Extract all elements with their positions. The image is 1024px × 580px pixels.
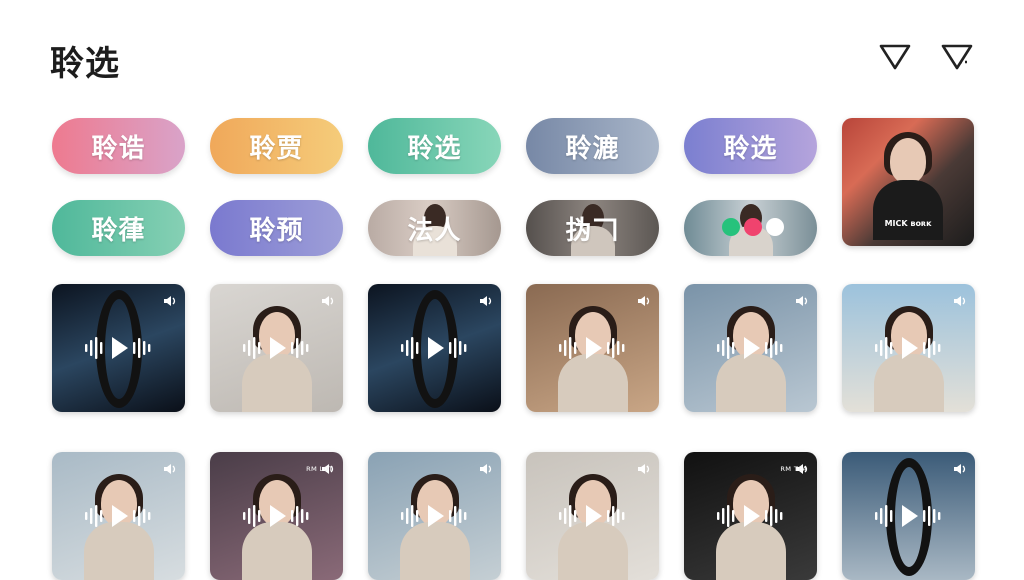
speaker-icon[interactable] bbox=[637, 292, 651, 306]
play-waveform-icon[interactable] bbox=[399, 501, 471, 531]
tag-chip-9[interactable]: 㧑𠃍 bbox=[526, 200, 659, 256]
speaker-icon[interactable] bbox=[163, 292, 177, 306]
play-waveform-icon[interactable] bbox=[873, 333, 945, 363]
card-caption: ʀᴍ ʟᴏᴛ bbox=[305, 464, 333, 473]
play-waveform-icon[interactable] bbox=[399, 333, 471, 363]
play-waveform-icon[interactable] bbox=[873, 501, 945, 531]
play-waveform-icon[interactable] bbox=[715, 501, 787, 531]
tag-label: 聆选 bbox=[407, 133, 462, 164]
tag-label: 聆选 bbox=[723, 133, 778, 164]
play-waveform-icon[interactable] bbox=[557, 333, 629, 363]
filter-clear-icon[interactable] bbox=[940, 42, 974, 72]
tag-chip-5[interactable]: 聆选 bbox=[684, 118, 817, 174]
tag-chip-1[interactable]: 聆诰 bbox=[52, 118, 185, 174]
voice-card[interactable] bbox=[52, 284, 185, 412]
speaker-icon[interactable] bbox=[321, 292, 335, 306]
tag-chip-2[interactable]: 聆贾 bbox=[210, 118, 343, 174]
play-waveform-icon[interactable] bbox=[241, 333, 313, 363]
voice-card[interactable]: ʀᴍ ᴛᴇᴀ bbox=[684, 452, 817, 580]
voice-card[interactable] bbox=[842, 284, 975, 412]
page-title: 聆选 bbox=[50, 44, 120, 84]
play-waveform-icon[interactable] bbox=[83, 501, 155, 531]
voice-card[interactable] bbox=[368, 452, 501, 580]
tag-chip-8[interactable]: 法人 bbox=[368, 200, 501, 256]
play-waveform-icon[interactable] bbox=[83, 333, 155, 363]
portrait-image bbox=[873, 128, 943, 246]
tag-chip-4[interactable]: 聆漉 bbox=[526, 118, 659, 174]
voice-card[interactable] bbox=[842, 452, 975, 580]
red-dot-icon bbox=[744, 218, 762, 236]
tag-chip-3[interactable]: 聆选 bbox=[368, 118, 501, 174]
speaker-icon[interactable] bbox=[637, 460, 651, 474]
voice-card[interactable] bbox=[684, 284, 817, 412]
speaker-icon[interactable] bbox=[479, 292, 493, 306]
featured-voice-card[interactable]: MICK ʙᴏʀᴋ bbox=[842, 118, 974, 246]
play-waveform-icon[interactable] bbox=[557, 501, 629, 531]
tag-label: 聆漉 bbox=[565, 133, 620, 164]
tag-label: 法人 bbox=[407, 215, 462, 246]
tag-chip-10[interactable] bbox=[684, 200, 817, 256]
play-waveform-icon[interactable] bbox=[241, 501, 313, 531]
voice-card[interactable] bbox=[210, 284, 343, 412]
filter-outline-icon[interactable] bbox=[878, 42, 912, 72]
tag-chip-6[interactable]: 聆葎 bbox=[52, 200, 185, 256]
green-dot-icon bbox=[722, 218, 740, 236]
voice-card[interactable]: ʀᴍ ʟᴏᴛ bbox=[210, 452, 343, 580]
tag-label: 聆贾 bbox=[249, 133, 304, 164]
card-caption: ʀᴍ ᴛᴇᴀ bbox=[780, 464, 807, 473]
speaker-icon[interactable] bbox=[953, 460, 967, 474]
voice-card[interactable] bbox=[526, 284, 659, 412]
play-waveform-icon[interactable] bbox=[715, 333, 787, 363]
voice-card[interactable] bbox=[526, 452, 659, 580]
tag-label: 㧑𠃍 bbox=[565, 215, 620, 246]
voice-card[interactable] bbox=[52, 452, 185, 580]
speaker-icon[interactable] bbox=[479, 460, 493, 474]
card-caption: MICK ʙᴏʀᴋ bbox=[884, 219, 932, 228]
tag-label: 聆诰 bbox=[91, 133, 146, 164]
tag-chip-7[interactable]: 聆预 bbox=[210, 200, 343, 256]
tag-label: 聆预 bbox=[249, 215, 304, 246]
speaker-icon[interactable] bbox=[953, 292, 967, 306]
voice-card[interactable] bbox=[368, 284, 501, 412]
tag-label: 聆葎 bbox=[91, 215, 146, 246]
speaker-icon[interactable] bbox=[163, 460, 177, 474]
white-dot-icon bbox=[766, 218, 784, 236]
speaker-icon[interactable] bbox=[795, 292, 809, 306]
